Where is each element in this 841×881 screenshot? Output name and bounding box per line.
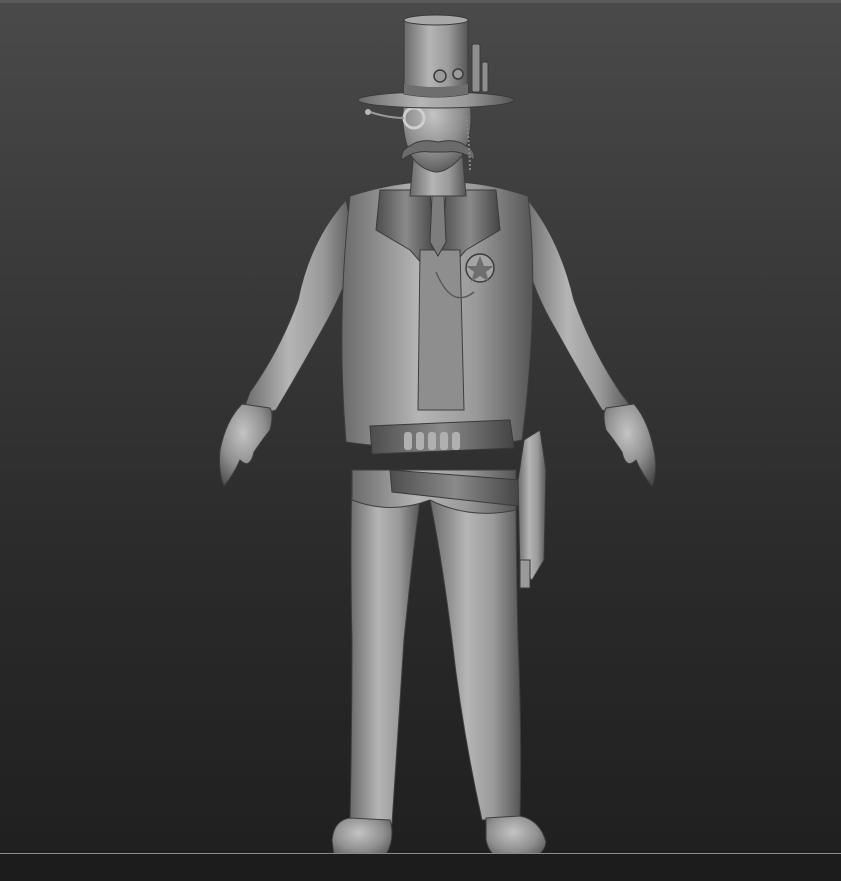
model-holster (517, 429, 547, 589)
hat-gear-icon (452, 68, 464, 80)
sculpt-model-steampunk-sheriff[interactable] (0, 0, 841, 854)
3d-viewport-canvas[interactable] (0, 0, 841, 881)
viewport-bottom-area (0, 854, 841, 881)
model-jacket (341, 181, 534, 448)
model-shoes (331, 815, 547, 854)
hat-gear-icon (433, 69, 447, 83)
model-trousers (349, 469, 522, 825)
model-top-hat (357, 14, 515, 109)
